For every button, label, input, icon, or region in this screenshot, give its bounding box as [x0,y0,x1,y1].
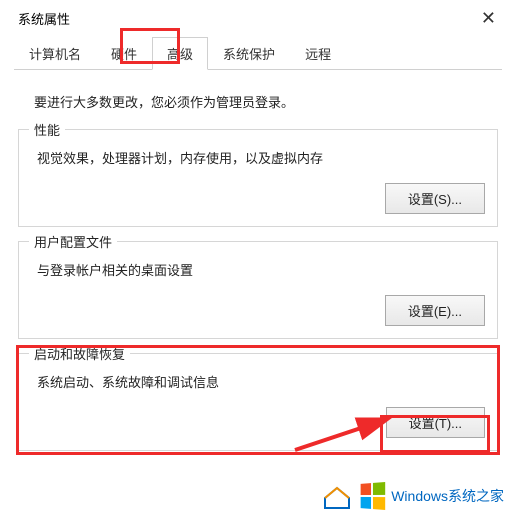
content-area: 要进行大多数更改，您必须作为管理员登录。 性能 视觉效果，处理器计划，内存使用，… [0,70,516,477]
group-performance: 性能 视觉效果，处理器计划，内存使用，以及虚拟内存 设置(S)... [18,129,498,227]
titlebar: 系统属性 ✕ [0,0,516,33]
group-user-profiles-title: 用户配置文件 [29,232,117,251]
startup-recovery-settings-button[interactable]: 设置(T)... [386,407,485,438]
tab-remote[interactable]: 远程 [290,37,346,70]
group-startup-recovery-title: 启动和故障恢复 [29,344,130,363]
group-startup-recovery: 启动和故障恢复 系统启动、系统故障和调试信息 设置(T)... [18,353,498,451]
group-startup-recovery-text: 系统启动、系统故障和调试信息 [37,372,485,391]
tab-hardware[interactable]: 硬件 [96,37,152,70]
group-user-profiles: 用户配置文件 与登录帐户相关的桌面设置 设置(E)... [18,241,498,339]
tab-computer-name[interactable]: 计算机名 [14,37,96,70]
close-icon[interactable]: ✕ [473,8,504,29]
tab-strip: 计算机名 硬件 高级 系统保护 远程 [14,33,502,70]
group-performance-title: 性能 [29,120,65,139]
group-performance-text: 视觉效果，处理器计划，内存使用，以及虚拟内存 [37,148,485,167]
house-icon [321,482,353,510]
watermark: Windows系统之家 [321,482,504,510]
admin-notice: 要进行大多数更改，您必须作为管理员登录。 [34,92,498,111]
window-title: 系统属性 [18,9,70,28]
windows-logo-icon [361,482,386,510]
performance-settings-button[interactable]: 设置(S)... [385,183,485,214]
tab-advanced[interactable]: 高级 [152,37,208,70]
tab-system-protection[interactable]: 系统保护 [208,37,290,70]
group-user-profiles-text: 与登录帐户相关的桌面设置 [37,260,485,279]
watermark-text: Windows系统之家 [391,486,504,506]
user-profiles-settings-button[interactable]: 设置(E)... [385,295,485,326]
